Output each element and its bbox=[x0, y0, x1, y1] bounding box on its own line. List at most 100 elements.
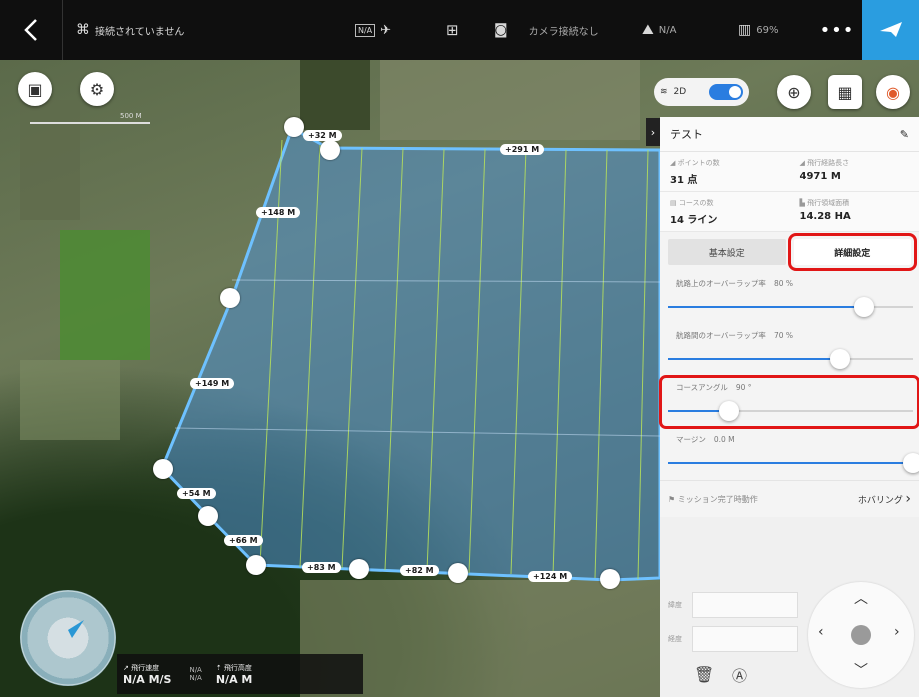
segment-distance: +149 M bbox=[190, 378, 235, 389]
segment-distance: +291 M bbox=[500, 144, 545, 155]
top-status-bar: ⌘ 接続されていません N/A ✈ ⊞ ◙ カメラ接続なし ⛰ N/A ▥ 69… bbox=[0, 0, 919, 60]
back-button[interactable] bbox=[0, 0, 63, 60]
app-window: ⌘ 接続されていません N/A ✈ ⊞ ◙ カメラ接続なし ⛰ N/A ▥ 69… bbox=[0, 0, 919, 697]
margin-slider[interactable]: マージン 0.0 M bbox=[660, 428, 919, 480]
crosshair-icon: ⊕ bbox=[787, 82, 801, 102]
connection-status: ⌘ 接続されていません bbox=[76, 0, 184, 60]
gps-badge: N/A bbox=[355, 23, 376, 37]
battery-icon: ▥ bbox=[738, 22, 752, 38]
front-overlap-slider[interactable]: 航路上のオーバーラップ率 80 % bbox=[660, 272, 919, 324]
side-overlap-slider[interactable]: 航路間のオーバーラップ率 70 % bbox=[660, 324, 919, 376]
flag-icon: ⚑ bbox=[668, 494, 678, 504]
settings-button[interactable]: ⚙ bbox=[80, 72, 114, 106]
remote-controller-icon: ⊞ bbox=[446, 21, 459, 39]
arrow-down-button[interactable]: ﹀ bbox=[854, 660, 868, 680]
compass-button[interactable]: ◉ bbox=[876, 75, 910, 109]
path-icon: ◢ bbox=[799, 159, 808, 167]
mission-settings-panel: テスト ✎ ◢ ポイントの数 31 点 ◢ 飛行経路長さ 4971 M ▤ コー… bbox=[659, 117, 919, 517]
waypoint[interactable] bbox=[220, 288, 240, 308]
locate-button[interactable]: ⊕ bbox=[777, 75, 811, 109]
satellite-icon: ✈ bbox=[380, 22, 392, 38]
direction-pad: ︿ ‹ › ﹀ bbox=[808, 582, 914, 688]
map-mode-switch[interactable] bbox=[709, 84, 743, 100]
center-button[interactable] bbox=[851, 625, 871, 645]
area-icon: ▙ bbox=[799, 199, 808, 207]
map-type-button[interactable]: ▦ bbox=[828, 75, 862, 109]
fly-button[interactable] bbox=[862, 0, 919, 60]
airplane-icon bbox=[879, 22, 902, 37]
course-icon: ▤ bbox=[670, 199, 679, 207]
waypoint[interactable] bbox=[448, 563, 468, 583]
stat-course-count: ▤ コースの数 14 ライン bbox=[660, 192, 790, 232]
slider-handle[interactable] bbox=[854, 297, 874, 317]
waypoint-icon: ◢ bbox=[670, 159, 678, 167]
camera-icon: ◙ bbox=[494, 22, 508, 38]
settings-tabs: 基本設定 詳細設定 bbox=[660, 232, 919, 272]
slider-handle[interactable] bbox=[829, 349, 850, 369]
target-icon: ◉ bbox=[886, 82, 900, 102]
radar-indicator[interactable] bbox=[20, 590, 116, 686]
map-mode-toggle[interactable]: ≋ 2D bbox=[654, 78, 749, 106]
altitude-block: ⇡ 飛行高度 N/A M bbox=[215, 663, 253, 686]
segment-distance: +148 M bbox=[256, 207, 301, 218]
altitude-small-icon: ⇡ bbox=[215, 663, 224, 672]
segment-distance: +124 M bbox=[528, 571, 573, 582]
tab-advanced-settings[interactable]: 詳細設定 bbox=[787, 233, 917, 271]
segment-distance: +82 M bbox=[400, 565, 439, 576]
chevron-right-icon: › bbox=[905, 491, 911, 507]
telemetry-bar: ↗ 飛行速度 N/A M/S N/A N/A ⇡ 飛行高度 N/A M bbox=[117, 654, 363, 694]
speed-icon: ↗ bbox=[123, 663, 132, 672]
waypoint-controls: 緯度 経度 🗑 Ⓐ ︿ ‹ › ﹀ bbox=[660, 517, 919, 697]
mission-end-value: ホバリング bbox=[857, 496, 903, 506]
battery-status: ▥ 69% bbox=[738, 0, 778, 60]
segment-distance: +54 M bbox=[177, 488, 216, 499]
more-button[interactable]: ••• bbox=[812, 0, 862, 60]
waypoint[interactable] bbox=[320, 140, 340, 160]
stat-path-length: ◢ 飛行経路長さ 4971 M bbox=[789, 152, 919, 192]
waypoint[interactable] bbox=[153, 459, 173, 479]
stat-waypoints: ◢ ポイントの数 31 点 bbox=[660, 152, 790, 192]
altitude-text: N/A bbox=[658, 24, 677, 36]
scale-text: 500 M bbox=[120, 112, 142, 120]
connection-text: 接続されていません bbox=[95, 26, 185, 38]
course-angle-slider[interactable]: コースアングル 90 ° bbox=[659, 375, 919, 429]
survey-area bbox=[160, 125, 662, 582]
chevron-left-icon bbox=[24, 19, 37, 41]
camera-text: カメラ接続なし bbox=[528, 26, 599, 38]
arrow-up-button[interactable]: ︿ bbox=[854, 588, 868, 608]
save-icon: ▣ bbox=[27, 79, 43, 99]
aircraft-heading-icon bbox=[20, 590, 116, 686]
waypoint[interactable] bbox=[246, 555, 266, 575]
stat-area: ▙ 飛行領域面積 14.28 HA bbox=[789, 192, 919, 232]
map-type-icon: ▦ bbox=[837, 82, 853, 102]
altitude-status: ⛰ N/A bbox=[642, 0, 676, 60]
map-scale: 500 M bbox=[30, 112, 150, 124]
coordinate-block: N/A N/A bbox=[189, 666, 202, 682]
arrow-right-button[interactable]: › bbox=[894, 624, 900, 640]
waypoint[interactable] bbox=[600, 569, 620, 589]
map-mode-label: 2D bbox=[673, 87, 687, 97]
mission-title: テスト bbox=[670, 128, 703, 141]
waypoint[interactable] bbox=[284, 117, 304, 137]
tab-basic-settings[interactable]: 基本設定 bbox=[668, 239, 786, 265]
slider-handle[interactable] bbox=[903, 453, 919, 473]
camera-status: ◙ カメラ接続なし bbox=[494, 0, 599, 60]
waypoint[interactable] bbox=[198, 506, 218, 526]
waypoint-add-icon[interactable]: Ⓐ bbox=[732, 665, 747, 686]
latitude-input[interactable] bbox=[692, 592, 798, 618]
slider-handle[interactable] bbox=[719, 401, 740, 421]
gps-status: N/A ✈ bbox=[355, 0, 391, 60]
layers-icon: ≋ bbox=[660, 87, 668, 97]
gear-icon: ⚙ bbox=[89, 79, 105, 99]
trash-icon[interactable]: 🗑 bbox=[694, 665, 714, 684]
mission-end-action[interactable]: ⚑ ミッション完了時動作 ホバリング › bbox=[660, 480, 919, 517]
save-button[interactable]: ▣ bbox=[18, 72, 52, 106]
arrow-left-button[interactable]: ‹ bbox=[818, 624, 824, 640]
panel-collapse-button[interactable]: › bbox=[646, 118, 660, 146]
altitude-icon: ⛰ bbox=[642, 22, 654, 38]
waypoint[interactable] bbox=[349, 559, 369, 579]
segment-distance: +66 M bbox=[224, 535, 263, 546]
longitude-input[interactable] bbox=[692, 626, 798, 652]
speed-block: ↗ 飛行速度 N/A M/S bbox=[123, 663, 172, 686]
edit-icon[interactable]: ✎ bbox=[900, 128, 909, 141]
